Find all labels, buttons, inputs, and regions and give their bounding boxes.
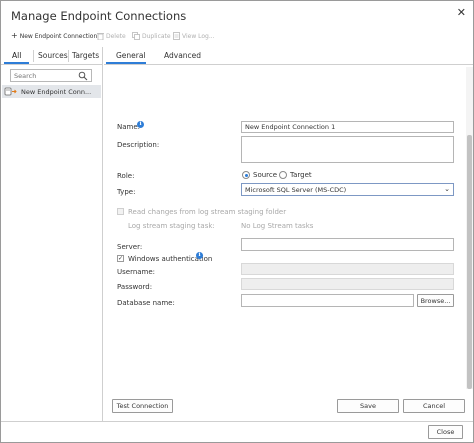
tab-sources[interactable]: Sources (38, 51, 68, 60)
username-label: Username: (117, 268, 156, 276)
description-input[interactable] (241, 136, 454, 163)
close-button[interactable]: Close (428, 425, 463, 439)
info-icon: i (196, 252, 203, 259)
test-connection-button[interactable]: Test Connection (112, 399, 173, 413)
server-input[interactable] (241, 238, 454, 251)
plus-icon: + (11, 31, 18, 40)
name-value: New Endpoint Connection 1 (245, 123, 336, 131)
copy-icon (132, 32, 140, 40)
endpoint-filter-tabs: All Sources Targets (1, 47, 103, 65)
toolbar: + New Endpoint Connection Delete Duplica… (1, 29, 473, 46)
footer-divider (1, 421, 473, 422)
tab-all[interactable]: All (12, 51, 21, 60)
info-icon: i (137, 121, 144, 128)
save-button[interactable]: Save (337, 399, 399, 413)
log-stream-task-value: No Log Stream tasks (241, 222, 314, 230)
view-log-button[interactable]: View Log... (173, 32, 215, 40)
delete-label: Delete (106, 32, 126, 40)
windows-auth-checkbox[interactable]: ✓ (117, 255, 124, 262)
role-target-label: Target (290, 171, 312, 179)
server-label: Server: (117, 243, 143, 251)
tab-targets[interactable]: Targets (72, 51, 99, 60)
cancel-button[interactable]: Cancel (403, 399, 465, 413)
role-label: Role: (117, 172, 135, 180)
view-log-label: View Log... (182, 32, 215, 40)
new-endpoint-button[interactable]: + New Endpoint Connection (11, 32, 97, 40)
search-input[interactable] (14, 71, 76, 81)
database-input[interactable] (241, 294, 414, 307)
chevron-down-icon: ⌄ (444, 185, 450, 193)
role-source-label: Source (253, 171, 278, 179)
new-endpoint-label: New Endpoint Connection (19, 32, 98, 40)
log-stream-task-label: Log stream staging task: (128, 222, 215, 230)
browse-button[interactable]: Browse... (417, 294, 454, 307)
duplicate-button[interactable]: Duplicate (132, 32, 171, 40)
form-scrollbar[interactable] (466, 67, 473, 389)
endpoint-list-item-label: New Endpoint Conn... (21, 87, 92, 96)
duplicate-label: Duplicate (142, 32, 171, 40)
tab-separator (68, 50, 69, 62)
password-label: Password: (117, 283, 153, 291)
trash-icon (97, 33, 104, 40)
delete-button[interactable]: Delete (97, 32, 126, 40)
type-select[interactable]: Microsoft SQL Server (MS-CDC) ⌄ (241, 183, 454, 196)
search-icon[interactable] (78, 71, 88, 81)
database-label: Database name: (117, 299, 175, 307)
source-endpoint-icon (4, 87, 17, 96)
username-input[interactable] (241, 263, 454, 275)
password-input[interactable] (241, 278, 454, 290)
endpoint-list-item[interactable]: New Endpoint Conn... (2, 85, 101, 98)
window-title: Manage Endpoint Connections (11, 9, 187, 23)
details-tabs: General Advanced (104, 47, 473, 65)
endpoint-list-pane: All Sources Targets New Endpoint Conn... (1, 47, 103, 421)
endpoint-details-pane: General Advanced Name: i New Endpoint Co… (104, 47, 473, 421)
name-input[interactable]: New Endpoint Connection 1 (241, 121, 454, 133)
role-target-radio[interactable] (279, 171, 287, 179)
tab-general[interactable]: General (116, 51, 146, 60)
search-box (10, 69, 92, 82)
description-label: Description: (117, 141, 160, 149)
tab-separator (33, 50, 34, 62)
general-form: Name: i New Endpoint Connection 1 Descri… (104, 65, 466, 387)
read-changes-checkbox[interactable] (117, 208, 124, 215)
type-label: Type: (117, 188, 136, 196)
tab-advanced[interactable]: Advanced (164, 51, 201, 60)
manage-endpoint-connections-window: Manage Endpoint Connections ✕ + New Endp… (0, 0, 474, 443)
read-changes-label: Read changes from log stream staging fol… (128, 208, 287, 216)
active-tab-indicator (4, 62, 29, 64)
type-selected-value: Microsoft SQL Server (MS-CDC) (245, 185, 347, 194)
scrollbar-thumb[interactable] (467, 135, 472, 389)
log-icon (173, 32, 180, 40)
role-source-radio[interactable] (242, 171, 250, 179)
window-close-icon[interactable]: ✕ (457, 6, 466, 19)
title-bar: Manage Endpoint Connections ✕ (1, 1, 473, 29)
